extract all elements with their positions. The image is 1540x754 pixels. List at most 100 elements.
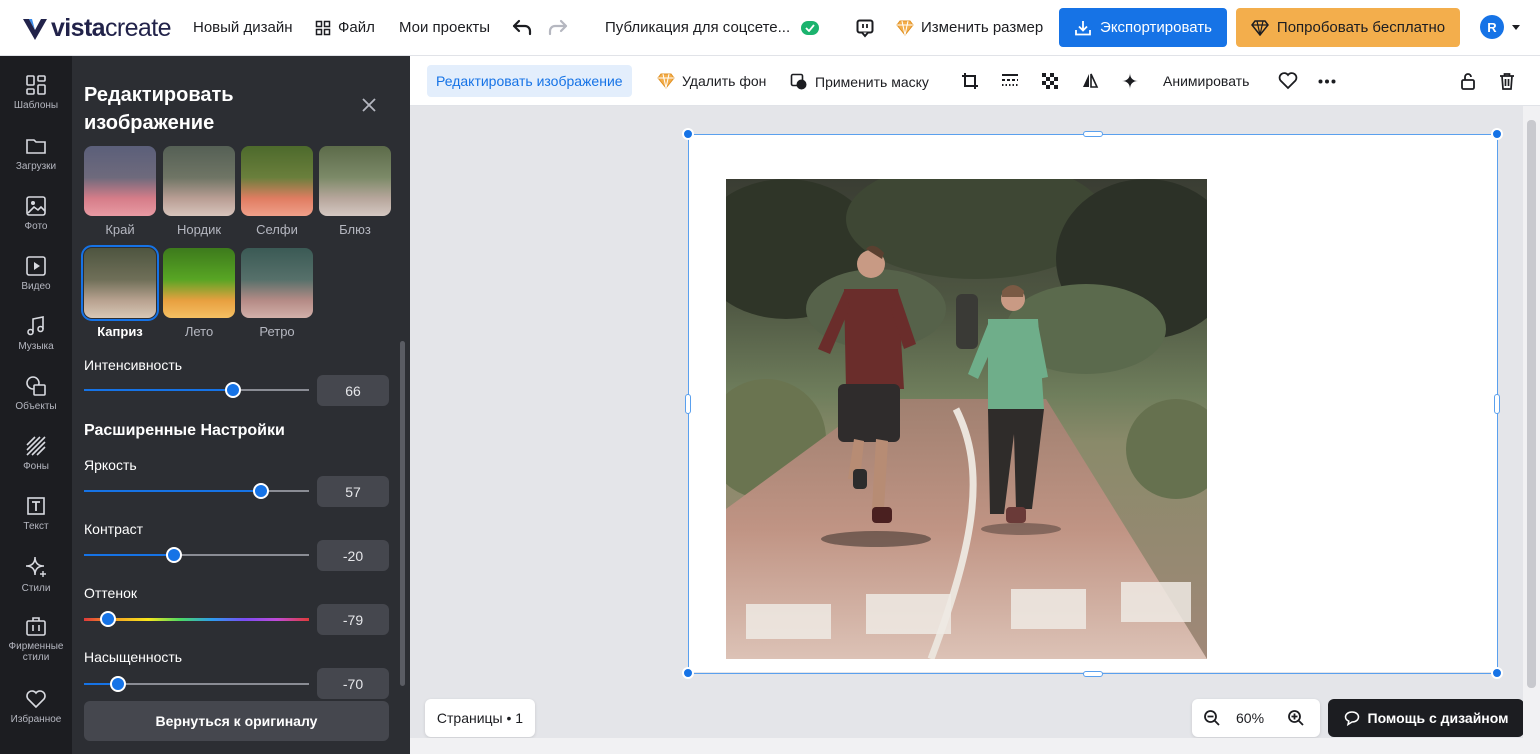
top-bar: vistacreate Новый дизайн Файл Мои проект…	[0, 0, 1540, 56]
contrast-slider[interactable]	[84, 547, 309, 563]
checkerboard-icon[interactable]	[1041, 72, 1059, 90]
file-menu[interactable]: Файл	[315, 19, 375, 36]
brightness-value[interactable]: 57	[317, 476, 389, 507]
rail-item-favorites[interactable]: Избранное	[0, 688, 72, 725]
undo-icon[interactable]	[511, 18, 533, 38]
my-projects-link[interactable]: Мои проекты	[399, 19, 490, 36]
rail-label: Шаблоны	[13, 100, 59, 111]
templates-icon	[26, 75, 46, 95]
apply-mask-button[interactable]: Применить маску	[790, 73, 929, 91]
horizontal-scrollbar[interactable]	[410, 738, 1523, 754]
rail-item-brand[interactable]: Фирменные стили	[0, 615, 72, 663]
resize-button[interactable]: Изменить размер	[896, 19, 1043, 36]
filter-retro[interactable]: Ретро	[241, 248, 313, 339]
mask-icon	[790, 73, 807, 90]
resize-handle-top-left[interactable]	[682, 128, 694, 140]
panel-scrollbar[interactable]	[400, 341, 405, 686]
logo-text-light: create	[104, 14, 171, 42]
try-free-button[interactable]: Попробовать бесплатно	[1236, 8, 1460, 47]
resize-handle-left[interactable]	[685, 394, 691, 414]
export-label: Экспортировать	[1100, 19, 1212, 36]
heart-icon	[26, 690, 46, 709]
brightness-slider[interactable]	[84, 483, 309, 499]
document-title[interactable]: Публикация для соцсете...	[605, 19, 820, 36]
scrollbar-thumb[interactable]	[1527, 120, 1536, 688]
logo-mark-icon	[23, 18, 47, 40]
filter-kray[interactable]: Край	[84, 146, 156, 237]
filter-blues[interactable]: Блюз	[319, 146, 391, 237]
panel-title: Редактировать изображение	[84, 84, 234, 134]
edit-image-tab[interactable]: Редактировать изображение	[427, 65, 632, 97]
animate-button[interactable]: Анимировать	[1163, 73, 1249, 89]
user-avatar[interactable]: R	[1480, 15, 1504, 39]
remove-background-label: Удалить фон	[682, 73, 767, 89]
hue-value[interactable]: -79	[317, 604, 389, 635]
hue-label: Оттенок	[84, 585, 137, 601]
zoom-out-icon[interactable]	[1203, 709, 1221, 727]
rail-item-backgrounds[interactable]: Фоны	[0, 435, 72, 472]
rail-label: Фирменные стили	[8, 641, 64, 663]
pages-button[interactable]: Страницы • 1	[425, 699, 535, 737]
resize-handle-top[interactable]	[1083, 131, 1103, 137]
rail-item-objects[interactable]: Объекты	[0, 375, 72, 412]
rail-item-templates[interactable]: Шаблоны	[0, 74, 72, 111]
design-canvas[interactable]: Страницы • 1 60% Помощь с дизайном	[410, 106, 1524, 738]
chevron-down-icon[interactable]	[1511, 24, 1521, 31]
vertical-scrollbar[interactable]	[1523, 106, 1540, 754]
slider-fill	[84, 490, 261, 492]
slider-knob[interactable]	[252, 483, 269, 499]
crop-icon[interactable]	[961, 72, 979, 90]
rail-item-text[interactable]: Текст	[0, 495, 72, 532]
slider-knob[interactable]	[166, 547, 182, 563]
slider-knob[interactable]	[99, 611, 116, 627]
rail-item-uploads[interactable]: Загрузки	[0, 135, 72, 172]
filter-leto[interactable]: Лето	[163, 248, 235, 339]
unlock-icon[interactable]	[1460, 72, 1476, 90]
design-help-button[interactable]: Помощь с дизайном	[1328, 699, 1524, 737]
close-icon[interactable]	[362, 98, 376, 112]
selection-frame[interactable]	[688, 134, 1498, 674]
contrast-value[interactable]: -20	[317, 540, 389, 571]
rail-item-music[interactable]: Музыка	[0, 315, 72, 352]
saturation-value[interactable]: -70	[317, 668, 389, 699]
rail-item-video[interactable]: Видео	[0, 255, 72, 292]
vistacreate-logo[interactable]: vistacreate	[22, 14, 171, 43]
rail-item-styles[interactable]: Стили	[0, 555, 72, 594]
filter-kapriz[interactable]: Каприз	[81, 245, 159, 339]
rail-label: Стили	[21, 583, 51, 594]
slider-knob[interactable]	[224, 382, 241, 398]
intensity-value[interactable]: 66	[317, 375, 389, 406]
remove-background-button[interactable]: Удалить фон	[657, 73, 766, 89]
resize-handle-top-right[interactable]	[1491, 128, 1503, 140]
flip-icon[interactable]	[1081, 72, 1099, 90]
comment-icon[interactable]	[855, 18, 875, 38]
resize-handle-bottom-left[interactable]	[682, 667, 694, 679]
more-options-icon[interactable]	[1318, 79, 1336, 84]
hue-slider[interactable]	[84, 611, 309, 627]
new-design-menu[interactable]: Новый дизайн	[193, 19, 293, 36]
image-toolbar: Редактировать изображение Удалить фон Пр…	[410, 56, 1540, 106]
resize-handle-bottom-right[interactable]	[1491, 667, 1503, 679]
video-icon	[26, 256, 46, 276]
contrast-label: Контраст	[84, 521, 144, 537]
intensity-slider[interactable]	[84, 382, 309, 398]
export-button[interactable]: Экспортировать	[1059, 8, 1227, 47]
redo-icon[interactable]	[547, 18, 569, 38]
filter-selfie[interactable]: Селфи	[241, 146, 313, 237]
resize-handle-right[interactable]	[1494, 394, 1500, 414]
filter-nordik[interactable]: Нордик	[163, 146, 235, 237]
resize-label: Изменить размер	[921, 19, 1044, 36]
trash-icon[interactable]	[1499, 72, 1515, 90]
zoom-level[interactable]: 60%	[1236, 710, 1264, 726]
brightness-label: Яркость	[84, 457, 137, 473]
heart-icon[interactable]	[1278, 72, 1298, 90]
saturation-slider[interactable]	[84, 676, 309, 692]
intensity-label: Интенсивность	[84, 357, 183, 373]
rail-item-photos[interactable]: Фото	[0, 195, 72, 232]
resize-handle-bottom[interactable]	[1083, 671, 1103, 677]
effects-sparkle-icon[interactable]	[1121, 72, 1139, 90]
zoom-in-icon[interactable]	[1287, 709, 1305, 727]
reset-to-original-button[interactable]: Вернуться к оригиналу	[84, 701, 389, 741]
transparency-icon[interactable]	[1001, 72, 1019, 90]
slider-knob[interactable]	[109, 676, 126, 692]
